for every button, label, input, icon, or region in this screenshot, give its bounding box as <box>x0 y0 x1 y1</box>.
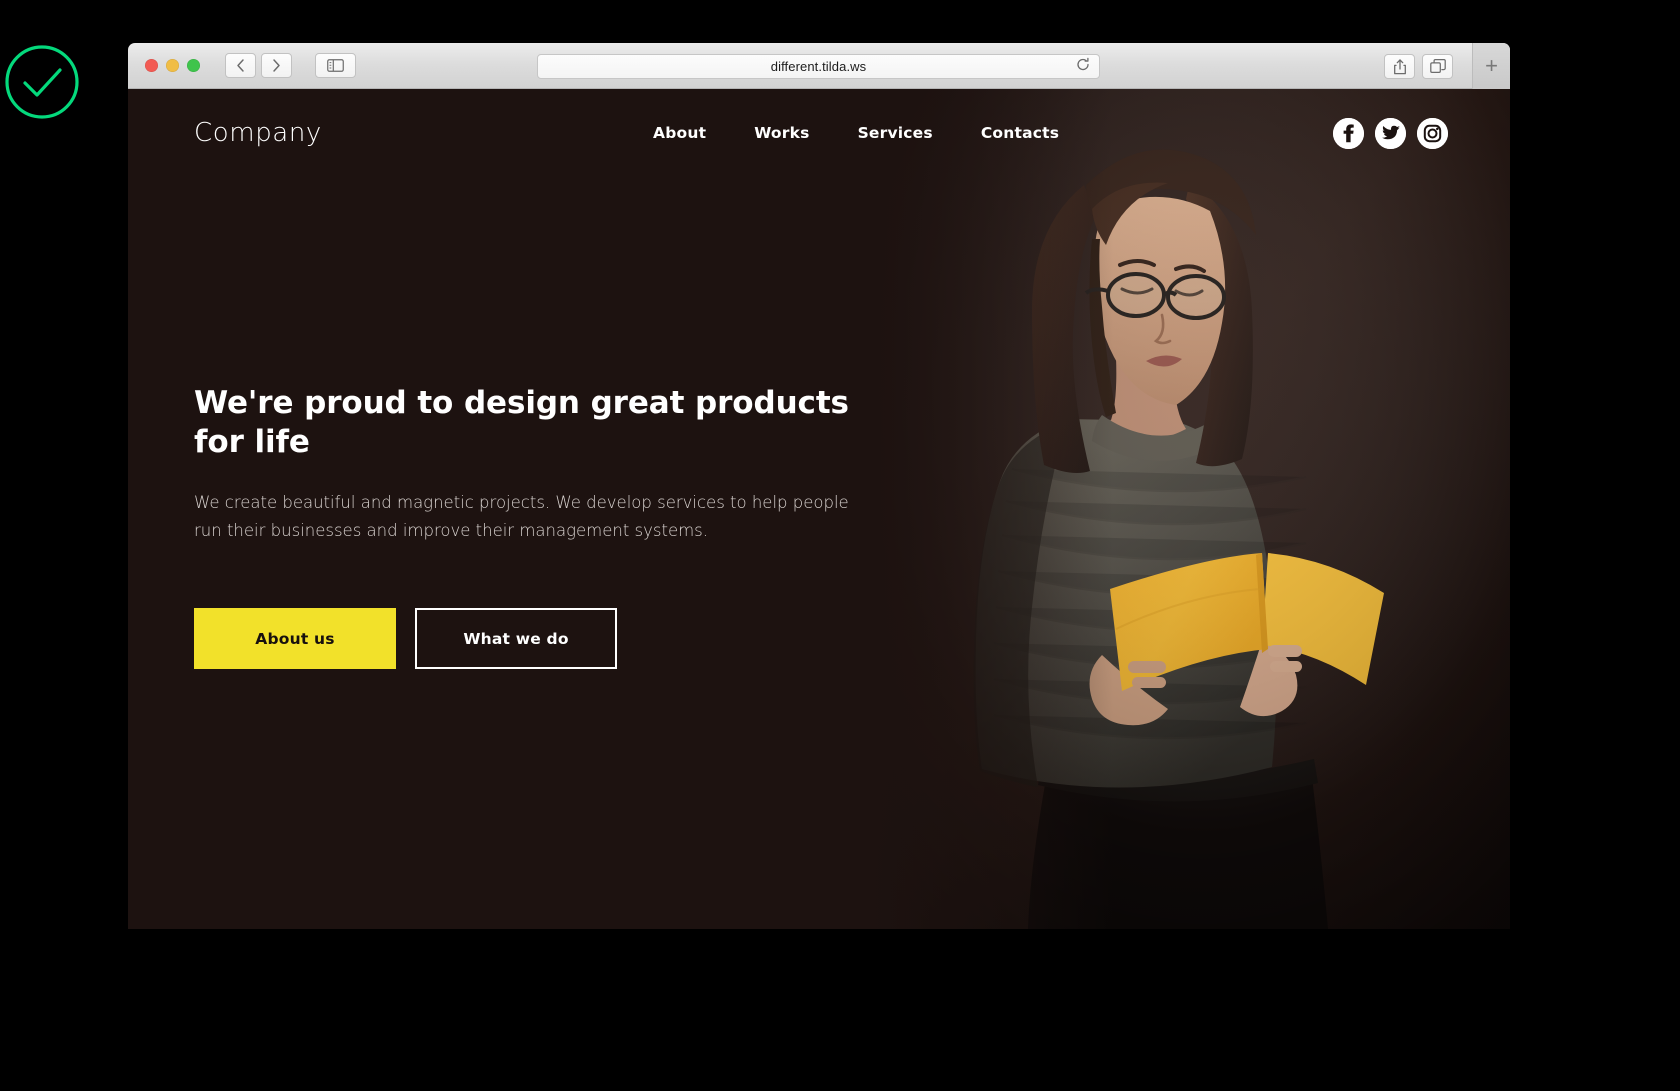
nav-item-contacts[interactable]: Contacts <box>981 124 1059 142</box>
verified-check-badge <box>3 43 81 121</box>
what-we-do-button[interactable]: What we do <box>415 608 617 670</box>
instagram-link[interactable] <box>1417 117 1448 149</box>
share-icon <box>1393 58 1406 74</box>
twitter-icon <box>1375 117 1406 149</box>
new-tab-button[interactable]: + <box>1472 43 1510 89</box>
show-all-tabs-button[interactable] <box>1422 54 1453 79</box>
nav-item-about[interactable]: About <box>653 124 706 142</box>
facebook-icon <box>1333 117 1364 149</box>
reload-icon <box>1077 57 1089 70</box>
chevron-right-icon <box>273 59 280 72</box>
twitter-link[interactable] <box>1375 117 1406 149</box>
about-us-button[interactable]: About us <box>194 608 396 670</box>
address-bar[interactable]: different.tilda.ws <box>537 54 1100 79</box>
share-button[interactable] <box>1384 54 1415 79</box>
url-text: different.tilda.ws <box>770 59 867 74</box>
show-tabs-icon <box>1429 59 1446 74</box>
chevron-left-icon <box>237 59 244 72</box>
toolbar-right-actions <box>1384 54 1453 79</box>
browser-toolbar: different.tilda.ws + <box>128 43 1510 89</box>
hero-subtitle: We create beautiful and magnetic project… <box>194 492 849 541</box>
navigation-buttons <box>225 53 356 78</box>
toggle-sidebar-button[interactable] <box>315 53 356 78</box>
webpage-content: Company About Works Services Contacts We… <box>128 89 1510 929</box>
close-window-button[interactable] <box>145 59 158 72</box>
woman-reading-book-image <box>870 89 1510 929</box>
back-button[interactable] <box>225 53 256 78</box>
site-header: Company About Works Services Contacts <box>128 89 1510 177</box>
forward-button[interactable] <box>261 53 292 78</box>
zoom-window-button[interactable] <box>187 59 200 72</box>
main-navigation: About Works Services Contacts <box>653 124 1059 142</box>
facebook-link[interactable] <box>1333 117 1364 149</box>
reload-button[interactable] <box>1076 57 1090 76</box>
sidebar-icon <box>327 59 344 72</box>
browser-window: different.tilda.ws + Company About Works… <box>128 43 1510 929</box>
hero-actions: About us What we do <box>194 608 894 670</box>
nav-item-works[interactable]: Works <box>754 124 809 142</box>
check-circle-icon <box>5 45 79 119</box>
social-links <box>1333 117 1448 149</box>
minimize-window-button[interactable] <box>166 59 179 72</box>
new-tab-label: + <box>1485 53 1498 78</box>
instagram-icon <box>1417 117 1448 149</box>
hero-photo <box>870 89 1510 929</box>
hero-section: We're proud to design great products for… <box>194 384 894 670</box>
site-logo[interactable]: Company <box>194 118 322 148</box>
hero-title: We're proud to design great products for… <box>194 385 849 460</box>
window-controls[interactable] <box>145 59 200 72</box>
nav-item-services[interactable]: Services <box>858 124 933 142</box>
